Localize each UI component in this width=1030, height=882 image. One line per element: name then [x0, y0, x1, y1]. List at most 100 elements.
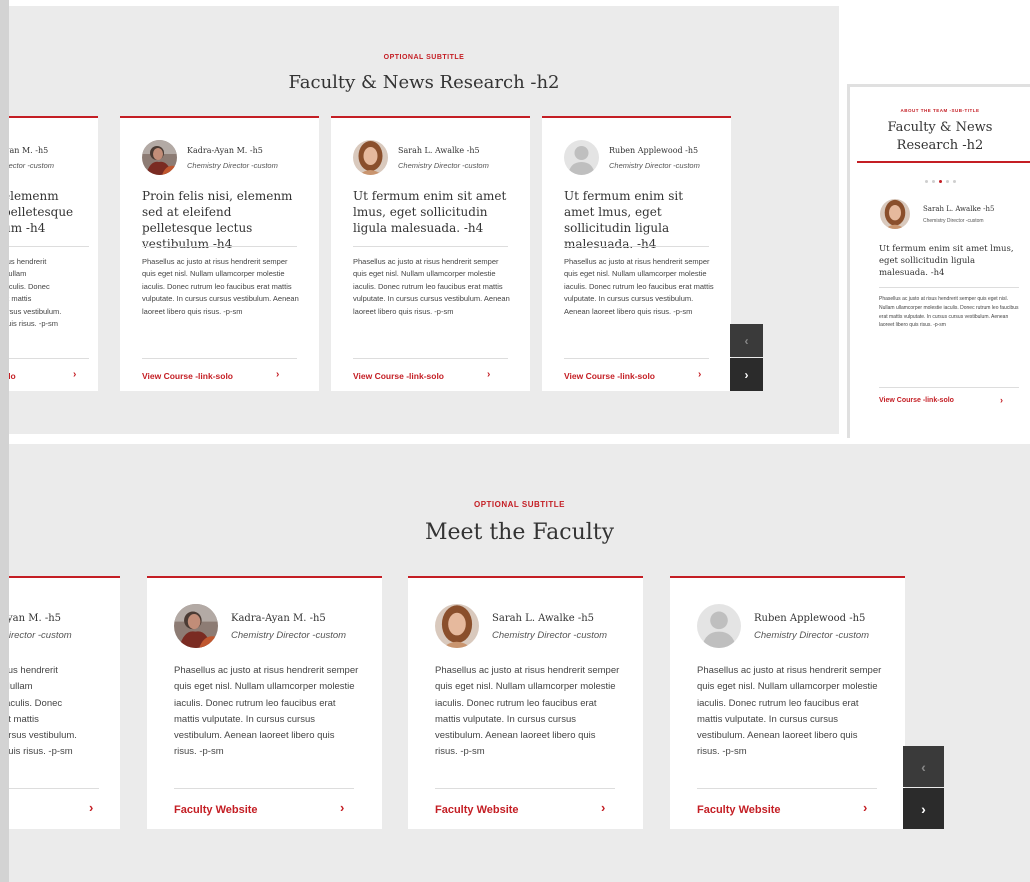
divider: [564, 358, 709, 359]
person-name: Kadra-Ayan M. -h5: [187, 146, 263, 155]
card-body: Phasellus ac justo at risus hendrerit se…: [174, 665, 359, 758]
person-role: Chemistry Director -custom: [231, 630, 347, 641]
chevron-right-icon[interactable]: ›: [863, 800, 867, 815]
chevron-right-icon[interactable]: ›: [601, 800, 605, 815]
carousel-dot[interactable]: [931, 180, 935, 183]
card-body: Phasellus ac justo at risus hendrerit se…: [564, 257, 714, 316]
card-title: Proin felis nisi, elemenm sed at eleifen…: [142, 189, 293, 251]
person-name: Ruben Applewood -h5: [754, 613, 866, 624]
mobile-preview-frame: ABOUT THE TEAM -SUB-TITLE Faculty & News…: [847, 84, 1030, 438]
chevron-right-icon[interactable]: ›: [1000, 395, 1003, 405]
carousel-dot-active[interactable]: [938, 180, 942, 183]
body-line: quis risus. -p-sm: [9, 319, 59, 329]
faculty-news-section: OPTIONAL SUBTITLE Faculty & News Researc…: [9, 6, 839, 434]
title-line: pelletesque: [9, 205, 74, 219]
carousel-dots[interactable]: [850, 180, 1030, 183]
carousel-prev-button[interactable]: ‹: [730, 324, 763, 357]
divider: [9, 788, 99, 789]
carousel-next-button[interactable]: ›: [903, 788, 944, 829]
person-role: Chemistry Director -custom: [187, 161, 278, 170]
body-line: sus hendrerit: [9, 257, 47, 266]
chevron-left-icon: ‹: [744, 333, 749, 348]
avatar-placeholder: [564, 140, 599, 175]
faculty-website-link[interactable]: Faculty Website: [435, 804, 519, 816]
mobile-subtitle: ABOUT THE TEAM -SUB-TITLE: [900, 108, 980, 113]
body-line: at mattis: [9, 713, 39, 725]
divider: [353, 246, 508, 247]
person-name: Sarah L. Awalke -h5: [923, 205, 995, 213]
card-body: Phasellus ac justo at risus hendrerit se…: [353, 257, 510, 316]
divider: [9, 358, 89, 359]
person-name: Ruben Applewood -h5: [609, 146, 699, 155]
faculty-website-link[interactable]: Faculty Website: [697, 804, 781, 816]
title-line: elemenm: [9, 189, 59, 203]
faculty-card-partial: yan M. -h5 Director -custom sus hendreri…: [9, 576, 120, 829]
person-role: Chemistry Director -custom: [609, 161, 700, 170]
card-body: Phasellus ac justo at risus hendrerit se…: [879, 296, 1019, 329]
view-course-link[interactable]: View Course -link-solo: [142, 371, 233, 381]
carousel-prev-button[interactable]: ‹: [903, 746, 944, 787]
divider: [142, 358, 297, 359]
carousel-next-button[interactable]: ›: [730, 358, 763, 391]
avatar: [174, 604, 218, 648]
person-role: Chemistry Director -custom: [398, 161, 489, 170]
view-course-link[interactable]: View Course -link-solo: [353, 371, 444, 381]
view-course-link[interactable]: View Course -link-solo: [879, 397, 954, 404]
chevron-right-icon[interactable]: ›: [487, 369, 490, 380]
carousel-dot[interactable]: [924, 180, 928, 183]
faculty-website-link[interactable]: Faculty Website: [174, 804, 258, 816]
divider: [564, 246, 709, 247]
mobile-screen: ABOUT THE TEAM -SUB-TITLE Faculty & News…: [850, 87, 1030, 438]
card-body: Phasellus ac justo at risus hendrerit se…: [435, 665, 620, 758]
chevron-right-icon[interactable]: ›: [73, 369, 76, 380]
carousel-dot[interactable]: [945, 180, 949, 183]
chevron-left-icon: ‹: [921, 758, 926, 775]
faculty-card: Ruben Applewood -h5 Chemistry Director -…: [542, 116, 731, 391]
divider: [879, 387, 1019, 388]
section-subtitle: OPTIONAL SUBTITLE: [383, 54, 465, 61]
chevron-right-icon[interactable]: ›: [276, 369, 279, 380]
chevron-right-icon: ›: [921, 800, 926, 817]
avatar: [880, 199, 910, 229]
person-name: yan M. -h5: [9, 613, 62, 624]
person-role: Chemistry Director -custom: [492, 630, 608, 641]
faculty-card-partial: yan M. -h5 Director -custom elemenm pell…: [9, 116, 98, 391]
mobile-heading-rule: [857, 161, 1030, 163]
faculty-card: Sarah L. Awalke -h5 Chemistry Director -…: [331, 116, 530, 391]
body-line: quis risus. -p-sm: [9, 746, 73, 758]
divider: [174, 788, 354, 789]
faculty-card: Ruben Applewood -h5 Chemistry Director -…: [670, 576, 905, 829]
avatar-placeholder: [697, 604, 741, 648]
person-role: Director -custom: [9, 161, 55, 170]
body-line: ursus vestibulum.: [9, 306, 62, 316]
chevron-right-icon[interactable]: ›: [698, 369, 701, 380]
card-title: Ut fermum enim sit amet lmus, eget solli…: [564, 189, 684, 251]
person-role: Director -custom: [9, 630, 72, 641]
card-title: Ut fermum enim sit amet lmus, eget solli…: [353, 189, 507, 235]
card-body: sus hendrerit Nullam iaculis. Donec at m…: [9, 663, 77, 761]
card-body: sus hendrerit Nullam iaculis. Donec at m…: [9, 256, 61, 330]
divider: [142, 246, 297, 247]
person-name: Sarah L. Awalke -h5: [398, 146, 480, 155]
title-line: um -h4: [9, 221, 46, 235]
body-line: iaculis. Donec: [9, 281, 50, 291]
meet-faculty-section: OPTIONAL SUBTITLE Meet the Faculty yan M…: [9, 444, 1030, 882]
divider: [435, 788, 615, 789]
person-name: yan M. -h5: [9, 146, 49, 155]
card-link[interactable]: olo: [9, 371, 16, 381]
chevron-right-icon[interactable]: ›: [340, 800, 344, 815]
divider: [9, 246, 89, 247]
view-course-link[interactable]: View Course -link-solo: [564, 371, 655, 381]
faculty-card: Sarah L. Awalke -h5 Chemistry Director -…: [408, 576, 643, 829]
body-line: ursus vestibulum.: [9, 730, 77, 742]
chevron-right-icon[interactable]: ›: [89, 800, 93, 815]
carousel-dot[interactable]: [952, 180, 956, 183]
body-line: Nullam: [9, 269, 27, 279]
card-title: elemenm pelletesque um -h4: [9, 188, 73, 236]
avatar: [435, 604, 479, 648]
faculty-card: Kadra-Ayan M. -h5 Chemistry Director -cu…: [147, 576, 382, 829]
mobile-heading: Faculty & News Research -h2: [887, 120, 993, 153]
section-subtitle: OPTIONAL SUBTITLE: [473, 500, 566, 509]
body-line: at mattis: [9, 294, 32, 304]
person-role: Chemistry Director -custom: [754, 630, 870, 641]
